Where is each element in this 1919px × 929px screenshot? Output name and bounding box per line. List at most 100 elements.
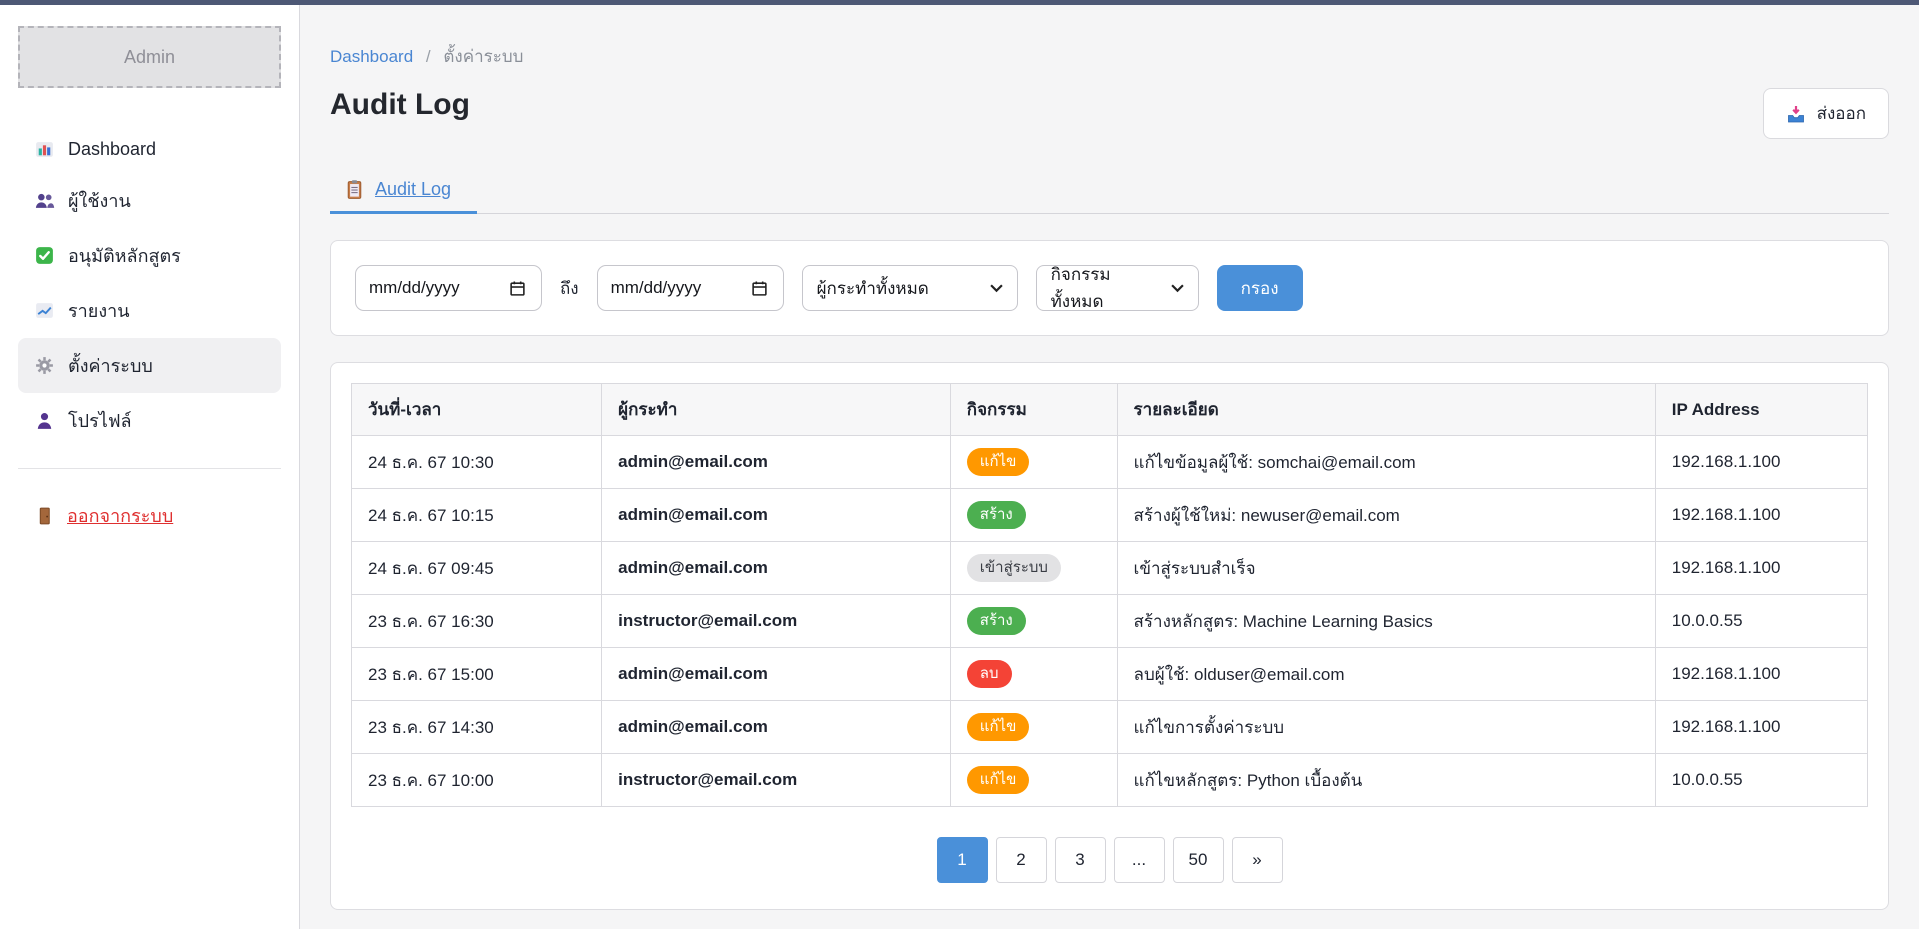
cell-activity: สร้าง [950,595,1117,648]
cell-detail: แก้ไขข้อมูลผู้ใช้: somchai@email.com [1117,436,1655,489]
tabs-bar: Audit Log [330,179,1889,214]
pagination-page-3[interactable]: 3 [1055,837,1106,883]
gear-icon [34,355,55,376]
filter-panel: mm/dd/yyyy ถึง mm/dd/yyyy ผู้กระทำทั้งหม… [330,240,1889,336]
date-to-value: mm/dd/yyyy [611,278,702,298]
sidebar-divider [18,468,281,469]
column-header: ผู้กระทำ [602,384,951,436]
sidebar-item-system-settings[interactable]: ตั้งค่าระบบ [18,338,281,393]
activity-badge-login: เข้าสู่ระบบ [967,554,1061,582]
filter-button[interactable]: กรอง [1217,265,1303,311]
cell-datetime: 24 ธ.ค. 67 10:15 [352,489,602,542]
tab-audit-log-label: Audit Log [375,179,451,200]
admin-logo-label: Admin [124,47,175,68]
table-row: 24 ธ.ค. 67 10:30admin@email.comแก้ไขแก้ไ… [352,436,1868,489]
cell-datetime: 24 ธ.ค. 67 10:30 [352,436,602,489]
main-content: Dashboard / ตั้งค่าระบบ Audit Log ส่งออก… [300,5,1919,929]
pagination-next-button[interactable]: » [1232,837,1283,883]
cell-activity: ลบ [950,648,1117,701]
cell-ip-address: 10.0.0.55 [1655,754,1867,807]
breadcrumb: Dashboard / ตั้งค่าระบบ [330,43,1889,70]
pagination-page-...[interactable]: ... [1114,837,1165,883]
date-from-value: mm/dd/yyyy [369,278,460,298]
column-header: วันที่-เวลา [352,384,602,436]
sidebar-item-label: ตั้งค่าระบบ [68,351,153,380]
actor-select[interactable]: ผู้กระทำทั้งหมด [802,265,1018,311]
pagination: 123...50» [351,837,1868,883]
chevron-down-icon [980,278,1003,298]
page-title: Audit Log [330,88,470,122]
pagination-page-2[interactable]: 2 [996,837,1047,883]
door-icon [34,505,55,526]
calendar-icon[interactable] [507,278,528,299]
export-button[interactable]: ส่งออก [1763,88,1889,139]
logout-label: ออกจากระบบ [67,501,173,530]
cell-activity: แก้ไข [950,754,1117,807]
activity-select[interactable]: กิจกรรมทั้งหมด [1036,265,1199,311]
cell-ip-address: 192.168.1.100 [1655,542,1867,595]
person-icon [34,410,55,431]
sidebar-item-label: โปรไฟล์ [68,406,132,435]
logout-link[interactable]: ออกจากระบบ [18,495,281,536]
sidebar-item-reports[interactable]: รายงาน [18,283,281,338]
column-header: IP Address [1655,384,1867,436]
export-tray-icon [1786,103,1807,124]
activity-badge-create: สร้าง [967,607,1026,635]
cell-ip-address: 192.168.1.100 [1655,436,1867,489]
cell-detail: ลบผู้ใช้: olduser@email.com [1117,648,1655,701]
table-row: 23 ธ.ค. 67 10:00instructor@email.com แก้ไ… [352,754,1868,807]
cell-ip-address: 10.0.0.55 [1655,595,1867,648]
cell-detail: แก้ไขการตั้งค่าระบบ [1117,701,1655,754]
audit-log-table: วันที่-เวลาผู้กระทำกิจกรรมรายละเอียดIP A… [351,383,1868,807]
app-layout: Admin Dashboard ผู้ใช้งานอนุมัติหลักสูตรร… [0,5,1919,929]
sidebar-item-users[interactable]: ผู้ใช้งาน [18,173,281,228]
activity-select-value: กิจกรรมทั้งหมด [1051,261,1161,315]
cell-ip-address: 192.168.1.100 [1655,648,1867,701]
cell-actor: admin@email.com [602,701,951,754]
pagination-page-1[interactable]: 1 [937,837,988,883]
cell-actor: instructor@email.com [602,754,951,807]
sidebar-item-label: รายงาน [68,296,130,325]
breadcrumb-dashboard-link[interactable]: Dashboard [330,47,413,66]
sidebar-menu: Dashboard ผู้ใช้งานอนุมัติหลักสูตรรายงานต… [18,126,281,448]
pagination-page-50[interactable]: 50 [1173,837,1224,883]
cell-datetime: 23 ธ.ค. 67 16:30 [352,595,602,648]
sidebar-item-profile[interactable]: โปรไฟล์ [18,393,281,448]
cell-detail: สร้างหลักสูตร: Machine Learning Basics [1117,595,1655,648]
table-row: 24 ธ.ค. 67 10:15admin@email.comสร้างสร้า… [352,489,1868,542]
cell-ip-address: 192.168.1.100 [1655,701,1867,754]
date-from-input[interactable]: mm/dd/yyyy [355,265,542,311]
chevron-down-icon [1161,278,1184,298]
table-row: 23 ธ.ค. 67 14:30admin@email.comแก้ไขแก้ไ… [352,701,1868,754]
cell-detail: เข้าสู่ระบบสำเร็จ [1117,542,1655,595]
audit-log-panel: วันที่-เวลาผู้กระทำกิจกรรมรายละเอียดIP A… [330,362,1889,910]
table-header: วันที่-เวลาผู้กระทำกิจกรรมรายละเอียดIP A… [352,384,1868,436]
table-row: 23 ธ.ค. 67 16:30instructor@email.com สร้า… [352,595,1868,648]
sidebar-item-approve-courses[interactable]: อนุมัติหลักสูตร [18,228,281,283]
bar-chart-icon [34,139,55,160]
cell-activity: เข้าสู่ระบบ [950,542,1117,595]
column-header: กิจกรรม [950,384,1117,436]
tab-audit-log[interactable]: Audit Log [330,179,477,214]
date-to-input[interactable]: mm/dd/yyyy [597,265,784,311]
column-header: รายละเอียด [1117,384,1655,436]
cell-actor: admin@email.com [602,542,951,595]
cell-datetime: 23 ธ.ค. 67 10:00 [352,754,602,807]
cell-detail: สร้างผู้ใช้ใหม่: newuser@email.com [1117,489,1655,542]
activity-badge-create: สร้าง [967,501,1026,529]
breadcrumb-current: ตั้งค่าระบบ [443,47,523,66]
cell-datetime: 24 ธ.ค. 67 09:45 [352,542,602,595]
activity-badge-edit: แก้ไข [967,766,1030,794]
cell-datetime: 23 ธ.ค. 67 15:00 [352,648,602,701]
sidebar-item-dashboard[interactable]: Dashboard [18,126,281,173]
cell-activity: แก้ไข [950,701,1117,754]
cell-actor: instructor@email.com [602,595,951,648]
cell-ip-address: 192.168.1.100 [1655,489,1867,542]
table-row: 23 ธ.ค. 67 15:00admin@email.comลบลบผู้ใช… [352,648,1868,701]
title-row: Audit Log ส่งออก [330,88,1889,139]
cell-actor: admin@email.com [602,648,951,701]
calendar-icon[interactable] [749,278,770,299]
activity-badge-edit: แก้ไข [967,713,1030,741]
sidebar-item-label: ผู้ใช้งาน [68,186,131,215]
sidebar-item-label: Dashboard [68,139,156,160]
